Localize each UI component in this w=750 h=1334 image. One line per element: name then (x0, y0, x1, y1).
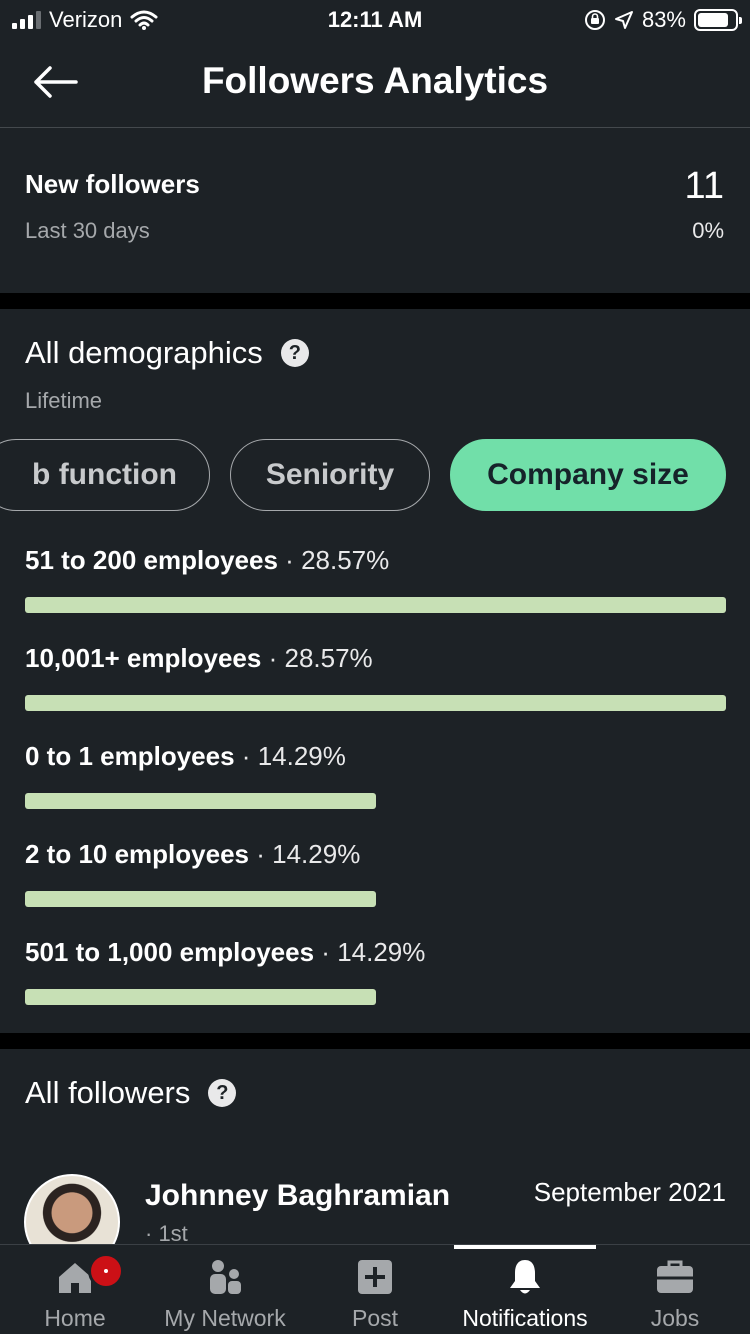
nav-jobs[interactable]: Jobs (600, 1245, 750, 1334)
status-right: 83% (584, 7, 742, 33)
follow-date: September 2021 (533, 1177, 726, 1207)
bell-icon (510, 1260, 540, 1294)
battery-percent: 83% (641, 7, 686, 32)
tab-job-function[interactable]: b function (0, 439, 210, 511)
location-icon (614, 11, 633, 29)
briefcase-icon (657, 1260, 693, 1293)
new-followers-label: New followers (25, 169, 200, 199)
demographic-row: 501 to 1,000 employees · 14.29% (25, 937, 726, 1005)
demographics-title: All demographics (25, 335, 263, 370)
demographics-heading: All demographics ? (25, 335, 309, 371)
row-value: 28.57% (301, 545, 390, 575)
row-label: 51 to 200 employees (25, 545, 278, 575)
row-separator: · (241, 741, 251, 771)
row-bar (25, 989, 376, 1005)
tab-label: b function (32, 458, 177, 491)
nav-label: Home (44, 1305, 106, 1331)
demographic-row: 2 to 10 employees · 14.29% (25, 839, 726, 907)
row-separator: · (256, 839, 265, 869)
tab-label: Seniority (265, 458, 395, 491)
nav-label: Notifications (462, 1305, 588, 1331)
app-screen: Verizon 12:11 AM 83% Followers Analytics… (0, 0, 750, 1334)
tab-label: Company size (487, 458, 689, 491)
all-followers-title: All followers (25, 1075, 191, 1110)
row-value: 14.29% (272, 839, 361, 869)
demographic-row: 51 to 200 employees · 28.57% (25, 545, 726, 613)
nav-post[interactable]: Post (300, 1245, 450, 1334)
row-label: 0 to 1 employees (25, 741, 235, 771)
row-bar (25, 891, 376, 907)
post-icon (358, 1260, 392, 1294)
help-icon[interactable]: ? (280, 339, 309, 367)
nav-label: Jobs (650, 1305, 700, 1331)
demographic-row: 0 to 1 employees · 14.29% (25, 741, 726, 809)
new-followers-card: New followers Last 30 days 11 0% (0, 129, 750, 293)
demographic-row: 10,001+ employees · 28.57% (25, 643, 726, 711)
all-followers-heading: All followers ? (25, 1075, 237, 1111)
section-divider (0, 293, 750, 309)
nav-label: My Network (164, 1305, 286, 1331)
help-icon[interactable]: ? (208, 1079, 237, 1107)
row-label: 2 to 10 employees (25, 839, 249, 869)
new-followers-change: 0% (692, 218, 724, 243)
nav-home[interactable]: Home (0, 1245, 150, 1334)
bottom-nav: Home My Network Post Notifications Jobs (0, 1244, 750, 1334)
row-value: 14.29% (337, 937, 426, 967)
top-app-bar: Followers Analytics (0, 42, 750, 128)
row-separator: · (285, 545, 294, 575)
new-followers-count: 11 (684, 165, 724, 207)
rotation-lock-icon (584, 10, 605, 30)
demographics-period: Lifetime (25, 388, 103, 413)
row-bar (25, 793, 376, 809)
demographics-card: All demographics ? Lifetime b function S… (0, 309, 750, 1033)
row-bar (25, 695, 726, 711)
battery-icon (694, 9, 742, 31)
row-label: 10,001+ employees (25, 643, 262, 673)
network-icon (210, 1260, 241, 1294)
row-label: 501 to 1,000 employees (25, 937, 315, 967)
nav-my-network[interactable]: My Network (150, 1245, 300, 1334)
page-title: Followers Analytics (201, 60, 549, 101)
row-separator: · (268, 643, 278, 673)
tab-company-size[interactable]: Company size (450, 439, 726, 511)
row-bar (25, 597, 726, 613)
follower-name[interactable]: Johnney Baghramian (145, 1179, 450, 1213)
notification-badge (88, 1253, 124, 1289)
row-value: 28.57% (284, 643, 373, 673)
row-value: 14.29% (257, 741, 346, 771)
section-divider (0, 1033, 750, 1049)
row-separator: · (321, 937, 330, 967)
tab-seniority[interactable]: Seniority (230, 439, 430, 511)
status-bar: Verizon 12:11 AM 83% (0, 0, 750, 42)
new-followers-period: Last 30 days (25, 218, 150, 243)
nav-notifications[interactable]: Notifications (450, 1245, 600, 1334)
nav-label: Post (351, 1305, 399, 1331)
